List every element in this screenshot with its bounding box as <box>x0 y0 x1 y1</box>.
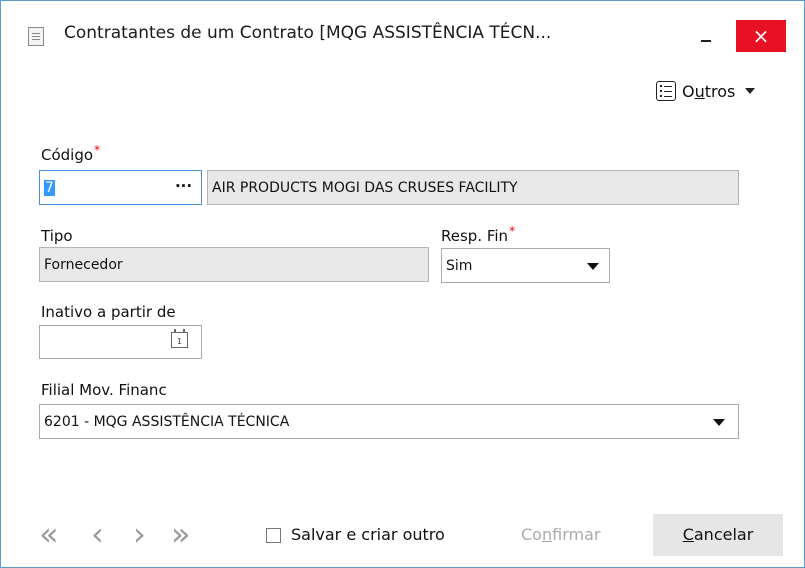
filial-label: Filial Mov. Financ <box>41 381 167 399</box>
outros-label: Outros <box>682 81 736 101</box>
save-and-new-checkbox[interactable] <box>266 528 281 543</box>
title-bar: Contratantes de um Contrato [MQG ASSISTÊ… <box>1 1 804 65</box>
chevron-down-icon[interactable] <box>587 263 599 270</box>
codigo-label: Código* <box>41 143 101 164</box>
tipo-label: Tipo <box>41 227 73 245</box>
first-record-button[interactable]: « <box>39 518 59 550</box>
inativo-label: Inativo a partir de <box>41 303 176 321</box>
tipo-field: Fornecedor <box>39 247 429 282</box>
codigo-input[interactable]: 7 <box>39 170 167 205</box>
next-record-button[interactable]: › <box>133 518 146 550</box>
previous-record-button[interactable]: ‹ <box>91 518 104 550</box>
document-icon <box>28 27 44 46</box>
chevron-down-icon[interactable] <box>713 419 725 426</box>
save-and-new-label[interactable]: Salvar e criar outro <box>291 525 445 544</box>
required-mark: * <box>509 224 516 238</box>
calendar-icon[interactable]: 1 <box>171 329 188 348</box>
chevron-down-icon <box>745 88 756 94</box>
resp-fin-label: Resp. Fin* <box>441 224 516 245</box>
list-icon <box>656 81 676 101</box>
cancel-button[interactable]: Cancelar <box>653 514 783 556</box>
last-record-button[interactable]: » <box>171 518 191 550</box>
required-mark: * <box>94 143 101 157</box>
confirm-button[interactable]: Confirmar <box>521 525 600 544</box>
outros-menu-button[interactable]: Outros <box>656 79 756 103</box>
codigo-lookup-button[interactable]: ··· <box>166 170 202 205</box>
minimize-button[interactable] <box>688 17 728 57</box>
window-title: Contratantes de um Contrato [MQG ASSISTÊ… <box>64 23 552 43</box>
filial-select[interactable]: 6201 - MQG ASSISTÊNCIA TÉCNICA <box>39 404 739 439</box>
close-button[interactable]: × <box>736 20 786 52</box>
codigo-description-field: AIR PRODUCTS MOGI DAS CRUSES FACILITY <box>207 170 739 205</box>
dialog-window: Contratantes de um Contrato [MQG ASSISTÊ… <box>0 0 805 568</box>
resp-fin-select[interactable]: Sim <box>441 248 610 283</box>
